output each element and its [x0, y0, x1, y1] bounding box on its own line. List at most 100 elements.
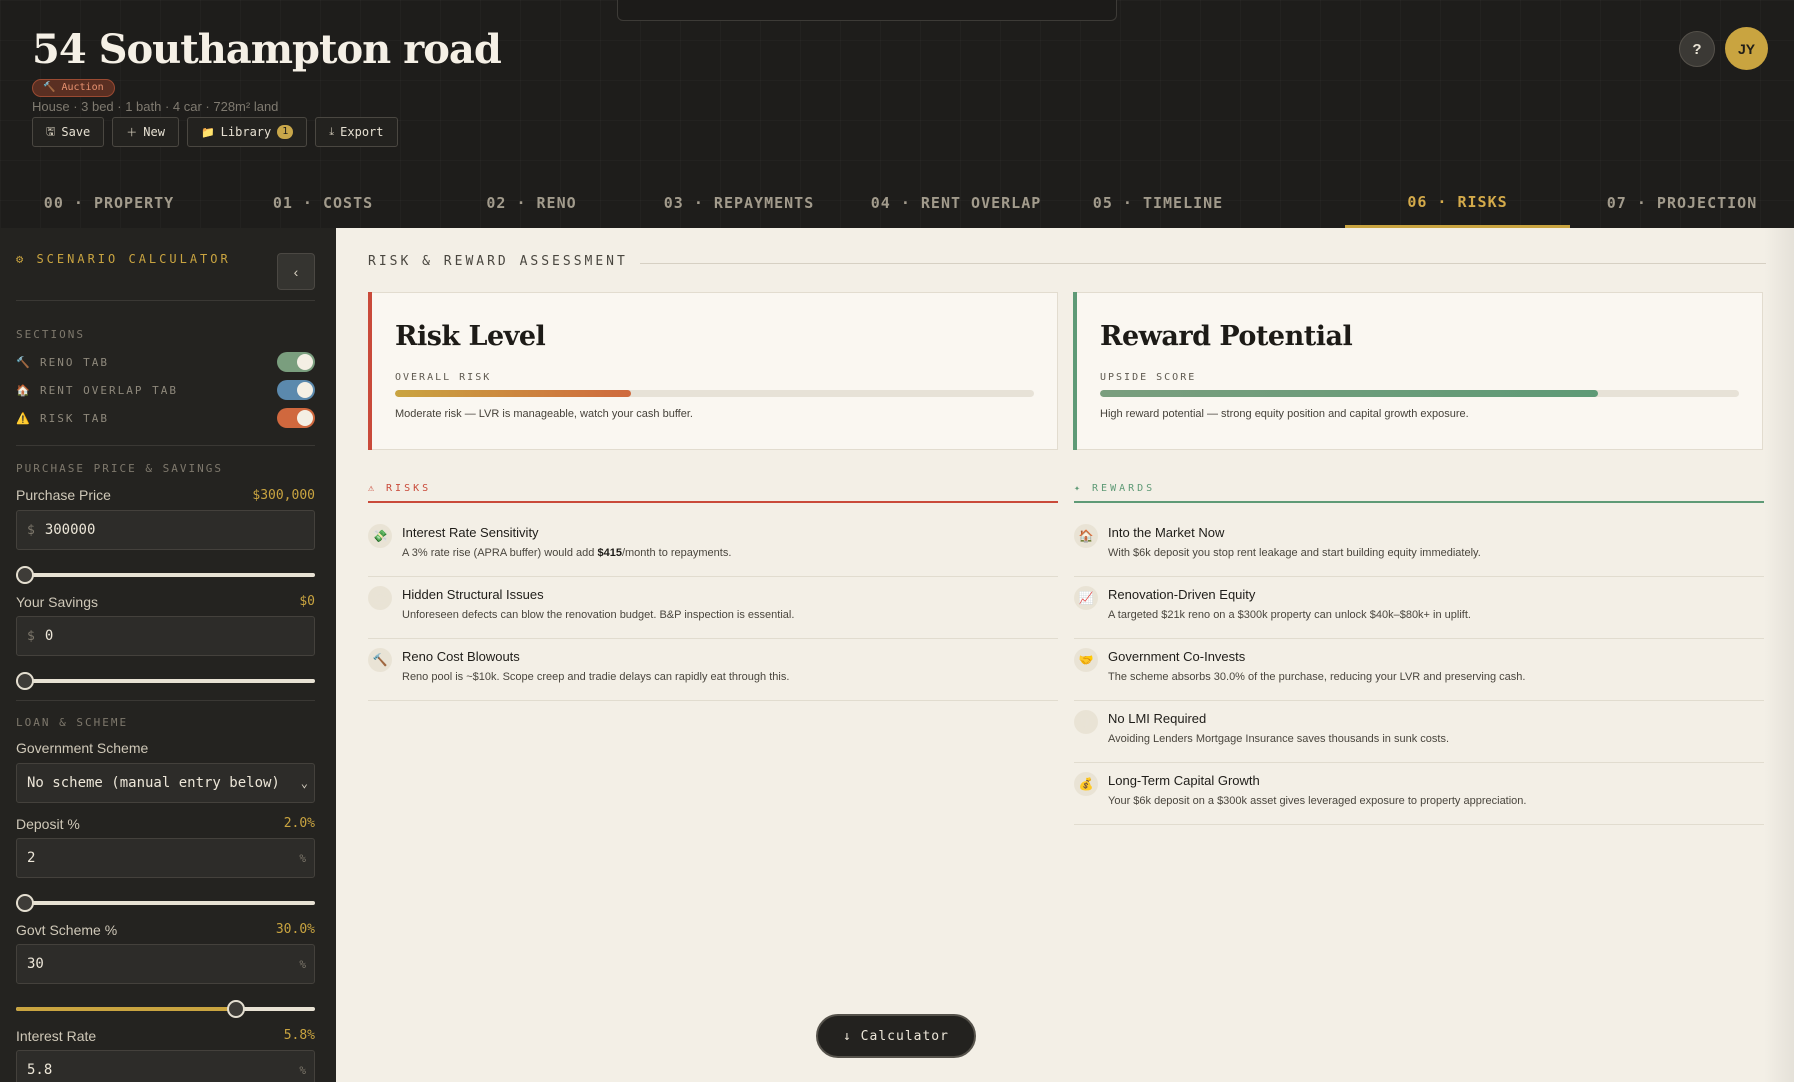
risk-meter-label: OVERALL RISK [395, 372, 492, 383]
govt-scheme-slider[interactable] [16, 999, 315, 1019]
interest-rate-label: Interest Rate [16, 1028, 97, 1044]
deposit-slider[interactable] [16, 893, 315, 913]
scheme-select[interactable]: No scheme (manual entry below) ⌄ [16, 763, 315, 803]
reward-potential-card: Reward Potential UPSIDE SCORE High rewar… [1073, 292, 1763, 450]
tab-timeline[interactable]: 05 · TIMELINE [1069, 178, 1345, 228]
divider [16, 700, 315, 701]
hammer-icon: 🔨 [368, 648, 392, 672]
item-title: No LMI Required [1108, 711, 1207, 726]
card-accent-bar [368, 292, 372, 450]
export-button[interactable]: ⤓ Export [315, 117, 398, 147]
item-title: Into the Market Now [1108, 525, 1225, 540]
save-button[interactable]: 🖫 Save [32, 117, 105, 147]
tab-costs[interactable]: 01 · COSTS [218, 178, 428, 228]
divider [16, 300, 315, 301]
risks-rule [368, 501, 1058, 503]
reno-tab-toggle[interactable] [277, 352, 315, 372]
govt-scheme-display: 30.0% [275, 922, 315, 937]
rent-overlap-tab-toggle[interactable] [277, 380, 315, 400]
money-bag-icon: 💰 [1074, 772, 1098, 796]
divider [16, 445, 315, 446]
rewards-rule [1074, 501, 1764, 503]
item-title: Renovation-Driven Equity [1108, 587, 1256, 602]
interest-rate-input[interactable]: 5.8 % [16, 1050, 315, 1082]
tab-projection[interactable]: 07 · PROJECTION [1570, 178, 1794, 228]
list-item: 🤝 Government Co-Invests The scheme absor… [1074, 639, 1764, 701]
toggle-row-rent-overlap: 🏠 RENT OVERLAP TAB [16, 380, 315, 400]
download-icon: ⤓ [329, 125, 335, 138]
percent-suffix: % [299, 957, 306, 971]
tab-reno[interactable]: 02 · RENO [428, 178, 635, 228]
item-description: Unforeseen defects can blow the renovati… [402, 609, 795, 621]
house-damage-icon: 🏚 [368, 586, 392, 610]
toggle-row-risk: ⚠️ RISK TAB [16, 408, 315, 428]
help-button[interactable]: ? [1679, 31, 1715, 67]
list-item: 🏚 Hidden Structural Issues Unforeseen de… [368, 577, 1058, 639]
new-label: New [143, 125, 165, 139]
section-rule [640, 263, 1766, 264]
sections-label: SECTIONS [16, 328, 85, 341]
library-label: Library [220, 125, 272, 139]
list-item: 🏠 Into the Market Now With $6k deposit y… [1074, 515, 1764, 577]
export-label: Export [340, 125, 384, 139]
slider-thumb[interactable] [16, 672, 34, 690]
purchase-price-value: 300000 [44, 522, 96, 538]
chevron-down-icon: ⌄ [300, 776, 308, 790]
avatar[interactable]: JY [1725, 27, 1768, 70]
scroll-shadow [1764, 228, 1794, 1082]
percent-suffix: % [299, 851, 306, 865]
calculator-button[interactable]: ↓ Calculator [816, 1014, 976, 1058]
slider-track [16, 679, 315, 683]
govt-scheme-input[interactable]: 30 % [16, 944, 315, 984]
purchase-price-slider[interactable] [16, 565, 315, 585]
chart-up-icon: 📈 [1074, 586, 1098, 610]
tab-risks[interactable]: 06 · RISKS [1345, 178, 1570, 228]
plus-icon: ＋ [126, 126, 138, 139]
govt-scheme-label: Govt Scheme % [16, 922, 118, 938]
list-item: 🔨 Reno Cost Blowouts Reno pool is ~$10k.… [368, 639, 1058, 701]
item-description: Reno pool is ~$10k. Scope creep and trad… [402, 671, 790, 683]
slider-thumb[interactable] [16, 894, 34, 912]
tab-property[interactable]: 00 · PROPERTY [0, 178, 218, 228]
new-button[interactable]: ＋ New [112, 117, 179, 147]
item-description: With $6k deposit you stop rent leakage a… [1108, 547, 1481, 559]
deposit-label: Deposit % [16, 816, 80, 832]
page-title: 54 Southampton road [32, 26, 502, 73]
scheme-label: Government Scheme [16, 740, 149, 756]
house-icon: 🏠 [1074, 524, 1098, 548]
shield-icon: 🛡 [1074, 710, 1098, 734]
risk-tab-toggle[interactable] [277, 408, 315, 428]
app-header: 54 Southampton road 🔨 Auction House · 3 … [0, 0, 1794, 228]
card-accent-bar [1073, 292, 1077, 450]
collapse-sidebar-button[interactable]: ‹ [277, 253, 315, 290]
loan-section-label: LOAN & SCHEME [16, 716, 129, 729]
top-search-bar[interactable] [617, 0, 1117, 21]
deposit-input[interactable]: 2 % [16, 838, 315, 878]
govt-scheme-value: 30 [27, 956, 44, 972]
desc-text: /month to repayments. [621, 547, 732, 559]
reward-meter-fill [1100, 390, 1599, 397]
toggle-label-rent-overlap: RENT OVERLAP TAB [40, 383, 178, 397]
toggle-label-reno: RENO TAB [40, 355, 109, 369]
purchase-price-input[interactable]: $ 300000 [16, 510, 315, 550]
savings-value: 0 [44, 628, 54, 644]
purchase-section-label: PURCHASE PRICE & SAVINGS [16, 462, 223, 475]
library-button[interactable]: 📁 Library 1 [186, 117, 308, 147]
currency-prefix: $ [27, 522, 35, 538]
reward-meter-label: UPSIDE SCORE [1100, 372, 1197, 383]
toggle-row-reno: 🔨 RENO TAB [16, 352, 315, 372]
interest-rate-value: 5.8 [27, 1062, 53, 1078]
item-title: Reno Cost Blowouts [402, 649, 520, 664]
slider-thumb[interactable] [16, 566, 34, 584]
savings-input[interactable]: $ 0 [16, 616, 315, 656]
desc-amount: $415 [597, 547, 622, 559]
hammer-icon: 🔨 [16, 355, 32, 369]
slider-thumb[interactable] [226, 1000, 245, 1018]
section-title: RISK & REWARD ASSESSMENT [368, 254, 628, 269]
tab-rent-overlap[interactable]: 04 · RENT OVERLAP [843, 178, 1069, 228]
deposit-display: 2.0% [283, 816, 315, 831]
risk-meter [395, 390, 1034, 397]
save-icon: 🖫 [46, 124, 56, 138]
tab-repayments[interactable]: 03 · REPAYMENTS [635, 178, 843, 228]
savings-slider[interactable] [16, 671, 315, 691]
